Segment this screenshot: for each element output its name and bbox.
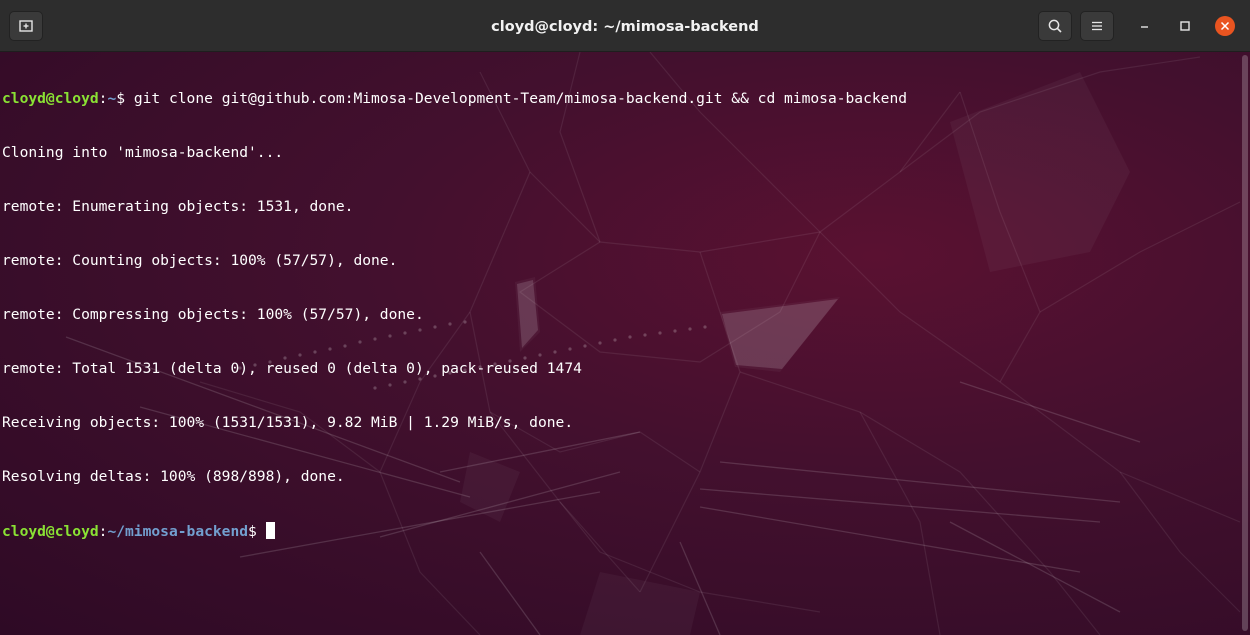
output-line: remote: Enumerating objects: 1531, done. bbox=[2, 198, 354, 215]
title-bar[interactable]: cloyd@cloyd: ~/mimosa-backend bbox=[0, 0, 1250, 52]
prompt-symbol: $ bbox=[116, 90, 126, 107]
prompt-user: cloyd@cloyd bbox=[2, 523, 99, 540]
maximize-button[interactable] bbox=[1174, 15, 1196, 37]
text-cursor[interactable] bbox=[265, 522, 275, 539]
output-line: Receiving objects: 100% (1531/1531), 9.8… bbox=[2, 414, 574, 431]
terminal-window: cloyd@cloyd: ~/mimosa-backend cloyd@cloy… bbox=[0, 0, 1250, 635]
prompt-user: cloyd@cloyd bbox=[2, 90, 99, 107]
terminal-area[interactable]: cloyd@cloyd:~$ git clone git@github.com:… bbox=[0, 52, 1250, 635]
output-line: Resolving deltas: 100% (898/898), done. bbox=[2, 468, 345, 485]
output-line: remote: Total 1531 (delta 0), reused 0 (… bbox=[2, 360, 582, 377]
prompt-symbol: $ bbox=[248, 523, 266, 540]
prompt-path: ~/mimosa-backend bbox=[107, 523, 249, 540]
scrollbar[interactable] bbox=[1242, 55, 1248, 631]
current-prompt-line[interactable]: cloyd@cloyd:~/mimosa-backend$ bbox=[2, 522, 907, 540]
new-tab-button[interactable] bbox=[9, 11, 43, 41]
command-text: git clone git@github.com:Mimosa-Developm… bbox=[125, 90, 908, 107]
output-line: Cloning into 'mimosa-backend'... bbox=[2, 144, 284, 161]
prompt-path: ~ bbox=[107, 90, 117, 107]
terminal-output: cloyd@cloyd:~$ git clone git@github.com:… bbox=[2, 54, 907, 576]
minimize-button[interactable] bbox=[1134, 15, 1156, 37]
menu-button[interactable] bbox=[1080, 11, 1114, 41]
output-line: remote: Compressing objects: 100% (57/57… bbox=[2, 306, 424, 323]
output-line: remote: Counting objects: 100% (57/57), … bbox=[2, 252, 398, 269]
command-line: cloyd@cloyd:~$ git clone git@github.com:… bbox=[2, 90, 907, 108]
search-button[interactable] bbox=[1038, 11, 1072, 41]
close-button[interactable] bbox=[1215, 16, 1235, 36]
